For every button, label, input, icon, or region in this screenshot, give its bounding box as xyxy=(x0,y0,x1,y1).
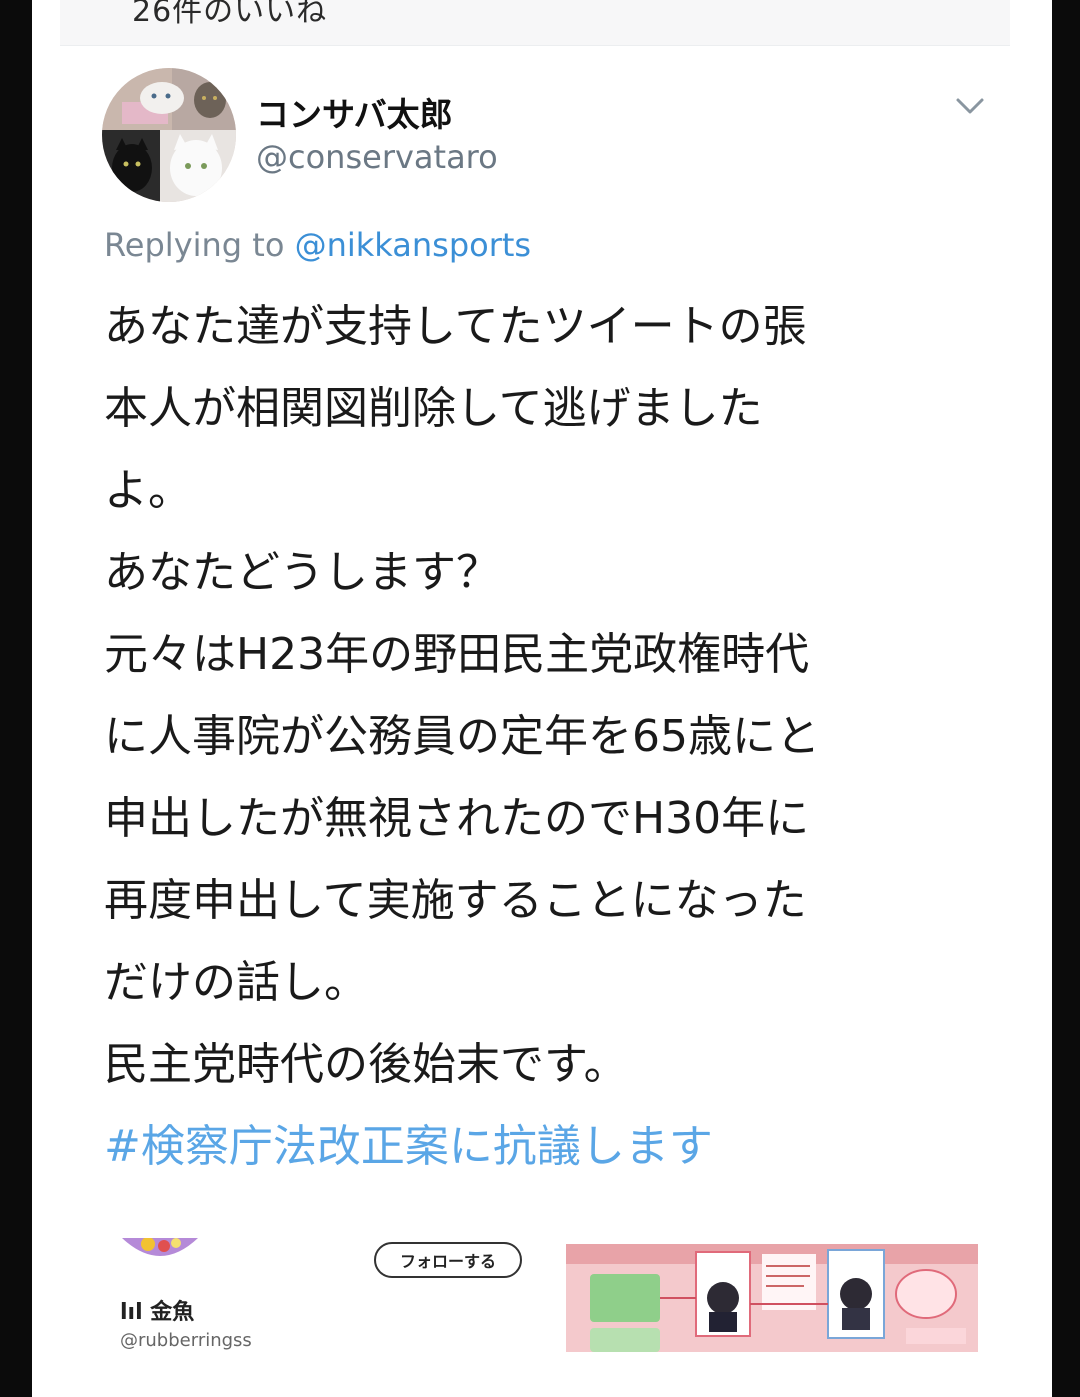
likes-count[interactable]: 26件のいいね xyxy=(132,0,327,30)
embed-handle: @rubberringss xyxy=(120,1330,252,1351)
embed-avatar-icon xyxy=(118,1237,202,1268)
follow-button[interactable]: フォローする xyxy=(374,1242,522,1278)
tweet-text-line: だけの話し。 xyxy=(104,957,368,1008)
user-handle[interactable]: @conservataro xyxy=(256,138,498,176)
tweet-text-line: あなたどうします？ xyxy=(104,547,500,598)
tweet-text-line: 再度申出して実施することになった xyxy=(104,875,807,926)
tweet-text-line: に人事院が公務員の定年を65歳にと xyxy=(104,711,820,762)
tweet-text: あなた達が支持してたツイートの張 本人が相関図削除して逃げました よ。 あなたど… xyxy=(104,286,1004,1188)
tweet-text-line: よ。 xyxy=(104,465,192,516)
display-name[interactable]: コンサバ太郎 xyxy=(256,88,453,136)
tweet-text-line: 申出したが無視されたのでH30年に xyxy=(104,793,810,844)
tweet-text-line: 元々はH23年の野田民主党政権時代 xyxy=(104,629,810,680)
tweet-text-line: 民主党時代の後始末です。 xyxy=(104,1039,628,1090)
reply-mention-link[interactable]: @nikkansports xyxy=(295,226,532,264)
bottom-edge xyxy=(32,1352,1052,1397)
screenshot-frame: 26件のいいね コンサバ太郎 @conservataro Replying to… xyxy=(32,0,1052,1397)
divider xyxy=(32,46,1052,62)
tweet-text-line: あなた達が支持してたツイートの張 xyxy=(104,301,807,352)
avatar[interactable] xyxy=(102,68,236,202)
chevron-down-icon[interactable] xyxy=(952,92,988,120)
relationship-chart-image[interactable] xyxy=(566,1244,978,1352)
embed-display-name: lıl 金魚 xyxy=(120,1300,195,1325)
reply-prefix: Replying to xyxy=(104,226,285,264)
embedded-media[interactable]: lıl 金魚 @rubberringss フォローする xyxy=(104,1237,1004,1358)
previous-tweet-footer: 26件のいいね xyxy=(60,0,1010,46)
tweet-text-line: 本人が相関図削除して逃げました xyxy=(104,383,763,434)
cat-photo-collage xyxy=(102,68,236,202)
hashtag-link[interactable]: #検察庁法改正案に抗議します xyxy=(104,1106,1004,1188)
replying-to: Replying to @nikkansports xyxy=(104,226,531,264)
